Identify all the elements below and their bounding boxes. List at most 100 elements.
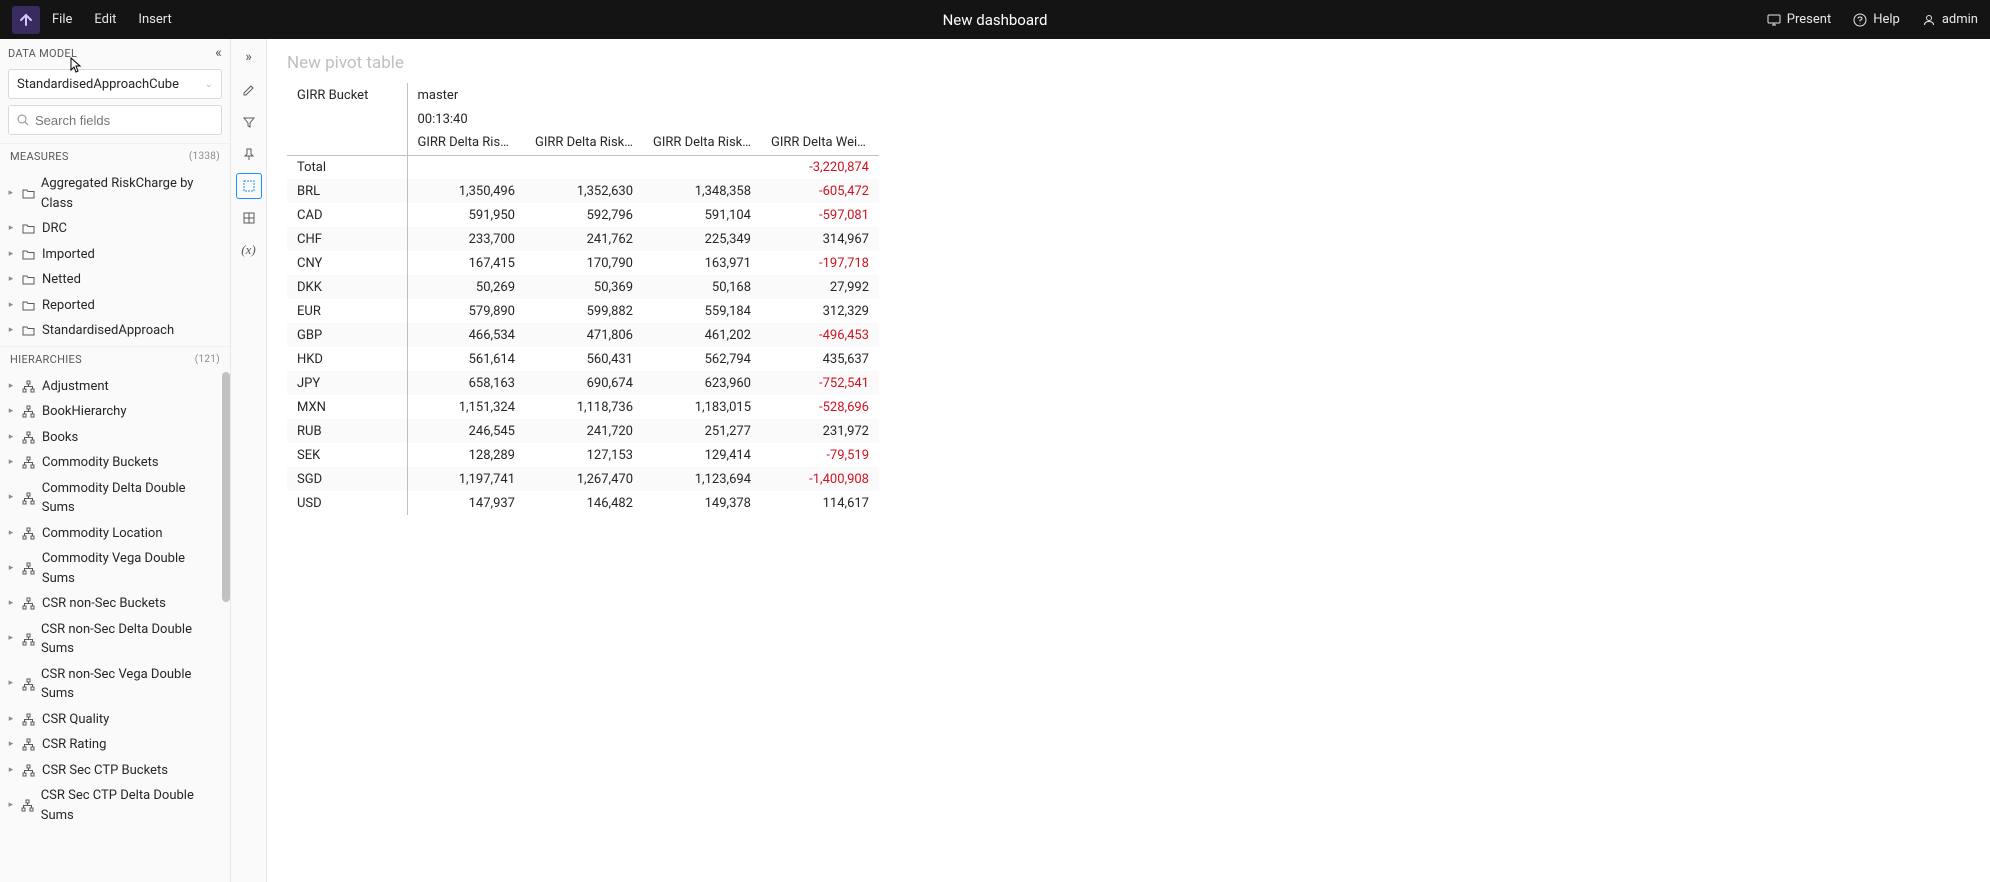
pivot-table[interactable]: GIRR Bucketmaster00:13:40GIRR Delta Risk…	[287, 83, 879, 515]
measures-item[interactable]: ▸StandardisedApproach	[0, 318, 230, 344]
expand-icon[interactable]: ▸	[6, 738, 16, 752]
pivot-cell[interactable]: -3,220,874	[761, 155, 879, 179]
pivot-cell[interactable]: 163,971	[643, 251, 761, 275]
expand-icon[interactable]: ▸	[6, 248, 16, 262]
pivot-cell[interactable]: 1,348,358	[643, 179, 761, 203]
pivot-row-header[interactable]: USD	[287, 491, 407, 515]
search-input[interactable]	[35, 113, 213, 128]
pivot-cell[interactable]: 314,967	[761, 227, 879, 251]
pivot-cell[interactable]: 1,183,015	[643, 395, 761, 419]
expand-icon[interactable]: ▸	[6, 324, 16, 338]
pivot-cell[interactable]: 560,431	[525, 347, 643, 371]
pivot-cell[interactable]: 561,614	[407, 347, 525, 371]
pivot-row-header[interactable]: HKD	[287, 347, 407, 371]
pivot-cell[interactable]: 623,960	[643, 371, 761, 395]
pivot-cell[interactable]: 435,637	[761, 347, 879, 371]
pivot-row-header[interactable]: CNY	[287, 251, 407, 275]
pivot-row-header[interactable]: MXN	[287, 395, 407, 419]
pencil-tool-icon[interactable]	[236, 77, 262, 103]
pivot-cell[interactable]: -528,696	[761, 395, 879, 419]
hierarchy-item[interactable]: ▸CSR Quality	[0, 707, 230, 733]
pivot-cell[interactable]: -1,400,908	[761, 467, 879, 491]
expand-icon[interactable]: ▸	[6, 677, 16, 691]
expand-icon[interactable]: ▸	[6, 405, 16, 419]
menu-insert[interactable]: Insert	[138, 12, 171, 27]
pivot-cell[interactable]: 471,806	[525, 323, 643, 347]
app-logo[interactable]	[12, 6, 40, 34]
expand-icon[interactable]: ▸	[6, 799, 15, 813]
pivot-cell[interactable]: 225,349	[643, 227, 761, 251]
pivot-cell[interactable]: 167,415	[407, 251, 525, 275]
pivot-cell[interactable]: 591,950	[407, 203, 525, 227]
pivot-cell[interactable]: 127,153	[525, 443, 643, 467]
pivot-column-header[interactable]: GIRR Delta Risk P...	[525, 131, 643, 155]
pivot-row-header[interactable]: CHF	[287, 227, 407, 251]
pivot-cell[interactable]: 461,202	[643, 323, 761, 347]
pivot-cell[interactable]: 129,414	[643, 443, 761, 467]
expand-icon[interactable]: ▸	[6, 527, 16, 541]
pivot-cell[interactable]: -496,453	[761, 323, 879, 347]
pivot-cell[interactable]: 1,197,741	[407, 467, 525, 491]
expand-icon[interactable]: ▸	[6, 632, 16, 646]
pivot-cell[interactable]: 50,269	[407, 275, 525, 299]
pivot-cell[interactable]: 592,796	[525, 203, 643, 227]
expand-icon[interactable]: ▸	[6, 431, 16, 445]
pivot-cell[interactable]: -197,718	[761, 251, 879, 275]
pivot-cell[interactable]: 146,482	[525, 491, 643, 515]
variable-tool-icon[interactable]: (x)	[236, 237, 262, 263]
pivot-cell[interactable]: 241,762	[525, 227, 643, 251]
grid-tool-icon[interactable]	[236, 205, 262, 231]
widget-title[interactable]: New pivot table	[287, 53, 1970, 73]
pivot-cell[interactable]	[643, 155, 761, 179]
measures-item[interactable]: ▸Netted	[0, 267, 230, 293]
dashboard-canvas[interactable]: New pivot table GIRR Bucketmaster00:13:4…	[267, 39, 1990, 882]
pivot-row-header[interactable]: DKK	[287, 275, 407, 299]
user-button[interactable]: admin	[1922, 12, 1978, 27]
hierarchy-item[interactable]: ▸Commodity Location	[0, 521, 230, 547]
pivot-cell[interactable]: 170,790	[525, 251, 643, 275]
present-button[interactable]: Present	[1767, 12, 1831, 27]
measures-item[interactable]: ▸Reported	[0, 293, 230, 319]
expand-icon[interactable]: ▸	[6, 380, 16, 394]
pivot-cell[interactable]: 50,168	[643, 275, 761, 299]
measures-item[interactable]: ▸Imported	[0, 242, 230, 268]
expand-icon[interactable]: ▸	[6, 222, 16, 236]
pivot-col-top[interactable]: master	[407, 83, 525, 107]
pivot-cell[interactable]: 1,350,496	[407, 179, 525, 203]
pivot-cell[interactable]: 579,890	[407, 299, 525, 323]
hierarchy-item[interactable]: ▸CSR non-Sec Vega Double Sums	[0, 662, 230, 707]
pivot-row-header[interactable]: GBP	[287, 323, 407, 347]
pivot-column-header[interactable]: GIRR Delta Risk P...	[407, 131, 525, 155]
hierarchy-item[interactable]: ▸CSR Sec CTP Delta Double Sums	[0, 783, 230, 828]
select-tool-icon[interactable]	[236, 173, 262, 199]
expand-icon[interactable]: ▸	[6, 764, 16, 778]
hierarchies-scrollbar[interactable]	[222, 372, 230, 602]
hierarchy-item[interactable]: ▸BookHierarchy	[0, 399, 230, 425]
expand-icon[interactable]: ▸	[6, 299, 16, 313]
pivot-row-header[interactable]: Total	[287, 155, 407, 179]
pivot-column-header[interactable]: GIRR Delta Risk P...	[643, 131, 761, 155]
help-button[interactable]: Help	[1853, 12, 1900, 27]
pivot-cell[interactable]: 231,972	[761, 419, 879, 443]
expand-icon[interactable]: ▸	[6, 187, 16, 201]
pivot-cell[interactable]: 599,882	[525, 299, 643, 323]
expand-rail-icon[interactable]: »	[241, 45, 256, 69]
pivot-cell[interactable]: 241,720	[525, 419, 643, 443]
pivot-cell[interactable]: 591,104	[643, 203, 761, 227]
hierarchy-item[interactable]: ▸Books	[0, 425, 230, 451]
pivot-cell[interactable]: 690,674	[525, 371, 643, 395]
expand-icon[interactable]: ▸	[6, 273, 16, 287]
hierarchy-item[interactable]: ▸CSR non-Sec Delta Double Sums	[0, 617, 230, 662]
pivot-row-header[interactable]: JPY	[287, 371, 407, 395]
menu-file[interactable]: File	[52, 12, 72, 27]
pivot-cell[interactable]: 559,184	[643, 299, 761, 323]
pivot-col-time[interactable]: 00:13:40	[407, 107, 525, 131]
pivot-cell[interactable]: 658,163	[407, 371, 525, 395]
hierarchy-item[interactable]: ▸CSR Sec CTP Buckets	[0, 758, 230, 784]
pivot-cell[interactable]: 562,794	[643, 347, 761, 371]
pivot-row-header[interactable]: BRL	[287, 179, 407, 203]
hierarchy-item[interactable]: ▸Commodity Vega Double Sums	[0, 546, 230, 591]
expand-icon[interactable]: ▸	[6, 491, 16, 505]
measures-item[interactable]: ▸DRC	[0, 216, 230, 242]
pivot-cell[interactable]: 147,937	[407, 491, 525, 515]
